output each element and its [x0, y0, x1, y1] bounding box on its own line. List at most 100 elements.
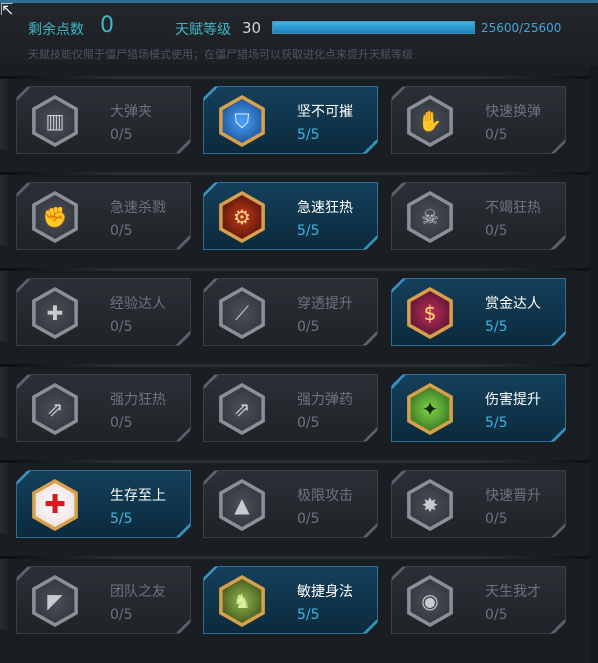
talent-card[interactable]: ⚙ 急速狂热 5/5 [203, 182, 378, 250]
talent-card[interactable]: ✦ 伤害提升 5/5 [391, 374, 566, 442]
card-corner [176, 235, 190, 249]
talent-card[interactable]: ⛉ 坚不可摧 5/5 [203, 86, 378, 154]
talent-card[interactable]: $ 赏金达人 5/5 [391, 278, 566, 346]
card-corner [176, 427, 190, 441]
talent-name: 穿透提升 [297, 296, 353, 312]
magazine-icon: ▥ [29, 95, 81, 147]
talent-card[interactable]: ♞ 敏捷身法 5/5 [203, 566, 378, 634]
row-divider [0, 556, 598, 559]
talent-name: 赏金达人 [485, 296, 541, 312]
talent-level: 0/5 [485, 127, 508, 143]
talent-level: 0/5 [110, 415, 133, 431]
eye-icon: ◉ [404, 575, 456, 627]
talent-card[interactable]: ✸ 快速晋升 0/5 [391, 470, 566, 538]
talent-level: 0/5 [110, 319, 133, 335]
team-gun-icon: ◤ [29, 575, 81, 627]
talent-info-text: 天赋技能仅限于僵尸猎场模式使用；在僵尸猎场可以获取进化点来提升天赋等级 [28, 48, 413, 61]
talent-level: 5/5 [485, 415, 508, 431]
talent-level: 5/5 [485, 319, 508, 335]
row-side-decoration [0, 463, 10, 533]
row-divider [0, 268, 598, 271]
talent-name: 经验达人 [110, 296, 166, 312]
card-corner [176, 331, 190, 345]
talent-name: 敏捷身法 [297, 584, 353, 600]
medkit-icon: ✚ [29, 479, 81, 531]
rage-emblem-icon: ⚙ [216, 191, 268, 243]
talent-card[interactable]: ☠ 不竭狂热 0/5 [391, 182, 566, 250]
talent-card[interactable]: ⇗ 强力狂热 0/5 [16, 374, 191, 442]
talent-level-label: 天赋等级 [175, 22, 231, 38]
talent-name: 团队之友 [110, 584, 166, 600]
card-corner [363, 139, 377, 153]
talent-name: 急速狂热 [297, 200, 353, 216]
scrollbar[interactable] [590, 66, 598, 663]
talent-name: 极限攻击 [297, 488, 353, 504]
talent-level: 5/5 [297, 223, 320, 239]
exp-plus-icon: ✚ [29, 287, 81, 339]
talent-name: 强力狂热 [110, 392, 166, 408]
card-corner [176, 523, 190, 537]
talent-header: 剩余点数 0 天赋等级 30 25600/25600 天赋技能仅限于僵尸猎场模式… [0, 0, 598, 66]
talent-name: 快速晋升 [485, 488, 541, 504]
talent-card[interactable]: ✚ 经验达人 0/5 [16, 278, 191, 346]
fist-icon: ✊ [29, 191, 81, 243]
card-corner [551, 619, 565, 633]
row-divider [0, 172, 598, 175]
talent-card[interactable]: ⇗ 强力弹药 0/5 [203, 374, 378, 442]
card-corner [551, 523, 565, 537]
talent-card[interactable]: ✊ 急速杀戮 0/5 [16, 182, 191, 250]
talent-card[interactable]: ⟋ 穿透提升 0/5 [203, 278, 378, 346]
row-divider [0, 460, 598, 463]
talent-level: 0/5 [110, 607, 133, 623]
row-side-decoration [0, 271, 10, 341]
row-side-decoration [0, 559, 10, 629]
card-corner [176, 139, 190, 153]
skull-icon: ☠ [404, 191, 456, 243]
talent-card[interactable]: ▲ 极限攻击 0/5 [203, 470, 378, 538]
remaining-points-label: 剩余点数 [28, 22, 84, 38]
talent-card[interactable]: ✋ 快速换弹 0/5 [391, 86, 566, 154]
experience-progress-fill [273, 22, 474, 33]
talent-name: 大弹夹 [110, 104, 152, 120]
talent-name: 天生我才 [485, 584, 541, 600]
dollar-icon: $ [404, 287, 456, 339]
talent-name: 生存至上 [110, 488, 166, 504]
talent-card[interactable]: ◉ 天生我才 0/5 [391, 566, 566, 634]
experience-progress-text: 25600/25600 [481, 21, 562, 35]
card-corner [551, 235, 565, 249]
power-ammo-icon: ⇗ [216, 383, 268, 435]
row-side-decoration [0, 79, 10, 149]
row-side-decoration [0, 175, 10, 245]
reload-hand-icon: ✋ [404, 95, 456, 147]
card-corner [551, 331, 565, 345]
talent-card[interactable]: ◤ 团队之友 0/5 [16, 566, 191, 634]
talent-level: 5/5 [110, 511, 133, 527]
talent-card[interactable]: ✚ 生存至上 5/5 [16, 470, 191, 538]
mouse-cursor-icon: ⇱ [0, 0, 14, 19]
talent-card[interactable]: ▥ 大弹夹 0/5 [16, 86, 191, 154]
experience-progress-bar [272, 21, 475, 34]
talent-name: 不竭狂热 [485, 200, 541, 216]
row-side-decoration [0, 367, 10, 437]
card-corner [176, 619, 190, 633]
card-corner [363, 235, 377, 249]
talent-name: 急速杀戮 [110, 200, 166, 216]
talent-level: 0/5 [297, 319, 320, 335]
talent-level: 0/5 [485, 511, 508, 527]
card-corner [363, 427, 377, 441]
penetration-icon: ⟋ [216, 287, 268, 339]
row-divider [0, 364, 598, 367]
talent-level: 0/5 [297, 511, 320, 527]
talent-level: 0/5 [110, 223, 133, 239]
gun-icon: ▲ [216, 479, 268, 531]
rifle-icon: ✦ [404, 383, 456, 435]
talent-name: 快速换弹 [485, 104, 541, 120]
talent-level: 0/5 [485, 223, 508, 239]
talent-name: 强力弹药 [297, 392, 353, 408]
header-divider [0, 0, 598, 3]
power-rage-icon: ⇗ [29, 383, 81, 435]
remaining-points-value: 0 [100, 13, 114, 38]
talent-level: 0/5 [297, 415, 320, 431]
talent-level-value: 30 [242, 19, 262, 37]
talent-level: 5/5 [297, 127, 320, 143]
